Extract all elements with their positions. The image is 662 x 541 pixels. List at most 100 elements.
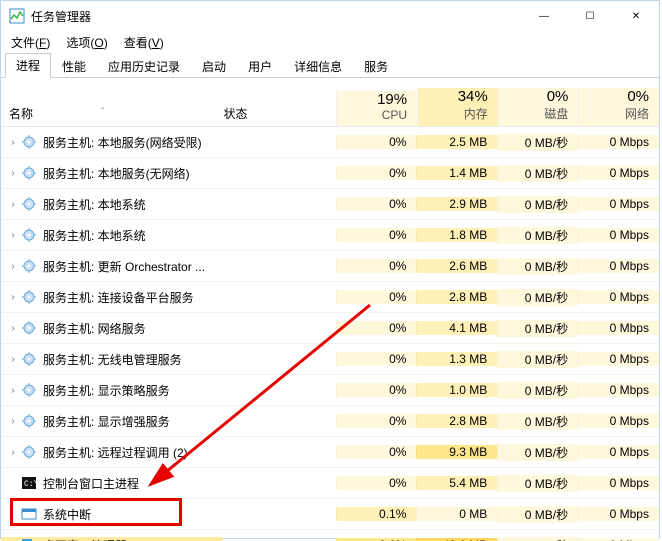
gear-icon: [21, 165, 37, 181]
memory-cell: 2.5 MB: [416, 135, 497, 149]
expand-icon[interactable]: ›: [7, 199, 19, 210]
expand-icon[interactable]: ›: [7, 447, 19, 458]
sys-icon: [21, 506, 37, 522]
process-row[interactable]: ›服务主机: 显示增强服务0%2.8 MB0 MB/秒0 Mbps: [1, 406, 659, 437]
process-row[interactable]: ›服务主机: 本地服务(网络受限)0%2.5 MB0 MB/秒0 Mbps: [1, 127, 659, 158]
gear-icon: [21, 351, 37, 367]
process-name-cell: ›服务主机: 显示策略服务: [1, 382, 222, 399]
network-cell: 0 Mbps: [578, 259, 659, 273]
memory-cell: 2.8 MB: [416, 414, 497, 428]
network-cell: 0 Mbps: [578, 197, 659, 211]
column-name-label: 名称: [9, 105, 33, 122]
expand-icon[interactable]: ›: [7, 168, 19, 179]
memory-cell: 1.3 MB: [416, 352, 497, 366]
mem-total: 34%: [418, 88, 488, 105]
close-button[interactable]: ✕: [613, 1, 659, 31]
process-row[interactable]: ›服务主机: 本地系统0%1.8 MB0 MB/秒0 Mbps: [1, 220, 659, 251]
process-row[interactable]: ›服务主机: 远程过程调用 (2)0%9.3 MB0 MB/秒0 Mbps: [1, 437, 659, 468]
gear-icon: [21, 289, 37, 305]
process-row[interactable]: ›服务主机: 显示策略服务0%1.0 MB0 MB/秒0 Mbps: [1, 375, 659, 406]
title-bar[interactable]: 任务管理器 — ☐ ✕: [1, 1, 659, 31]
process-name: 服务主机: 本地系统: [43, 227, 146, 244]
process-row[interactable]: ›服务主机: 更新 Orchestrator ...0%2.6 MB0 MB/秒…: [1, 251, 659, 282]
process-row[interactable]: 桌面窗口管理器2.6%43.6 MB0 MB/秒0 Mbps: [1, 530, 659, 541]
disk-cell: 0 MB/秒: [497, 320, 578, 337]
process-name-cell: › 服务主机: 本地系统: [1, 227, 222, 244]
tab-应用历史记录[interactable]: 应用历史记录: [97, 54, 191, 78]
gear-icon: [21, 258, 37, 274]
expand-icon[interactable]: ›: [7, 261, 19, 272]
expand-icon[interactable]: ›: [7, 137, 19, 148]
disk-cell: 0 MB/秒: [497, 134, 578, 151]
cpu-cell: 0%: [336, 166, 417, 180]
tab-启动[interactable]: 启动: [191, 54, 237, 78]
column-memory[interactable]: 34% 内存: [417, 88, 498, 126]
process-name-cell: ›服务主机: 本地服务(无网络): [1, 165, 222, 182]
menu-v[interactable]: 查看(V): [118, 32, 170, 53]
disk-cell: 0 MB/秒: [497, 258, 578, 275]
expand-icon[interactable]: ›: [7, 323, 19, 334]
process-row[interactable]: ›服务主机: 本地服务(无网络)0%1.4 MB0 MB/秒0 Mbps: [1, 158, 659, 189]
tab-进程[interactable]: 进程: [5, 53, 51, 78]
menu-bar: 文件(F)选项(O)查看(V): [1, 31, 659, 53]
net-total: 0%: [579, 88, 649, 105]
network-cell: 0 Mbps: [578, 166, 659, 180]
process-name-cell: ›服务主机: 远程过程调用 (2): [1, 444, 222, 461]
gear-icon: [21, 413, 37, 429]
cpu-cell: 0%: [336, 197, 417, 211]
maximize-button[interactable]: ☐: [567, 1, 613, 31]
process-name: 服务主机: 无线电管理服务: [43, 351, 182, 368]
cpu-cell: 0.1%: [336, 507, 417, 521]
process-name-cell: › 服务主机: 本地系统: [1, 196, 222, 213]
network-cell: 0 Mbps: [578, 321, 659, 335]
disk-cell: 0 MB/秒: [497, 537, 578, 541]
tab-性能[interactable]: 性能: [51, 54, 97, 78]
column-network[interactable]: 0% 网络: [578, 88, 659, 126]
window-title: 任务管理器: [31, 8, 91, 25]
menu-o[interactable]: 选项(O): [60, 32, 113, 53]
memory-cell: 4.1 MB: [416, 321, 497, 335]
column-disk[interactable]: 0% 磁盘: [498, 88, 579, 126]
cpu-cell: 0%: [336, 290, 417, 304]
tab-服务[interactable]: 服务: [353, 54, 399, 78]
memory-cell: 2.8 MB: [416, 290, 497, 304]
network-cell: 0 Mbps: [578, 383, 659, 397]
gear-icon: [21, 227, 37, 243]
process-row[interactable]: ›服务主机: 网络服务0%4.1 MB0 MB/秒0 Mbps: [1, 313, 659, 344]
process-name: 服务主机: 更新 Orchestrator ...: [43, 258, 205, 275]
column-status[interactable]: 状态: [224, 105, 337, 126]
memory-cell: 1.0 MB: [416, 383, 497, 397]
menu-f[interactable]: 文件(F): [5, 32, 56, 53]
tab-用户[interactable]: 用户: [237, 54, 283, 78]
process-name: 服务主机: 本地系统: [43, 196, 146, 213]
process-name-cell: ›服务主机: 网络服务: [1, 320, 222, 337]
minimize-button[interactable]: —: [521, 1, 567, 31]
process-name-cell: C:\控制台窗口主进程: [1, 475, 222, 492]
tab-详细信息[interactable]: 详细信息: [283, 54, 353, 78]
process-row[interactable]: ›服务主机: 无线电管理服务0%1.3 MB0 MB/秒0 Mbps: [1, 344, 659, 375]
expand-icon[interactable]: ›: [7, 292, 19, 303]
process-row[interactable]: ›服务主机: 连接设备平台服务0%2.8 MB0 MB/秒0 Mbps: [1, 282, 659, 313]
process-name: 服务主机: 连接设备平台服务: [43, 289, 194, 306]
expand-icon[interactable]: ›: [7, 385, 19, 396]
process-name: 系统中断: [43, 506, 91, 523]
cpu-cell: 0%: [336, 476, 417, 490]
memory-cell: 1.8 MB: [416, 228, 497, 242]
column-cpu[interactable]: 19% CPU: [336, 91, 417, 126]
disk-cell: 0 MB/秒: [497, 413, 578, 430]
process-row[interactable]: ›服务主机: 本地系统0%2.9 MB0 MB/秒0 Mbps: [1, 189, 659, 220]
cpu-cell: 0%: [336, 135, 417, 149]
column-name[interactable]: 名称 ˆ: [1, 105, 224, 126]
memory-cell: 9.3 MB: [416, 445, 497, 459]
network-cell: 0 Mbps: [578, 476, 659, 490]
expand-icon[interactable]: ›: [7, 230, 19, 241]
memory-cell: 5.4 MB: [416, 476, 497, 490]
process-row[interactable]: 系统中断0.1%0 MB0 MB/秒0 Mbps: [1, 499, 659, 530]
cpu-cell: 0%: [336, 228, 417, 242]
process-name-cell: › 服务主机: 无线电管理服务: [1, 351, 222, 368]
process-row[interactable]: C:\控制台窗口主进程0%5.4 MB0 MB/秒0 Mbps: [1, 468, 659, 499]
gear-icon: [21, 444, 37, 460]
expand-icon[interactable]: ›: [7, 354, 19, 365]
process-name-cell: ›服务主机: 本地服务(网络受限): [1, 134, 222, 151]
expand-icon[interactable]: ›: [7, 416, 19, 427]
